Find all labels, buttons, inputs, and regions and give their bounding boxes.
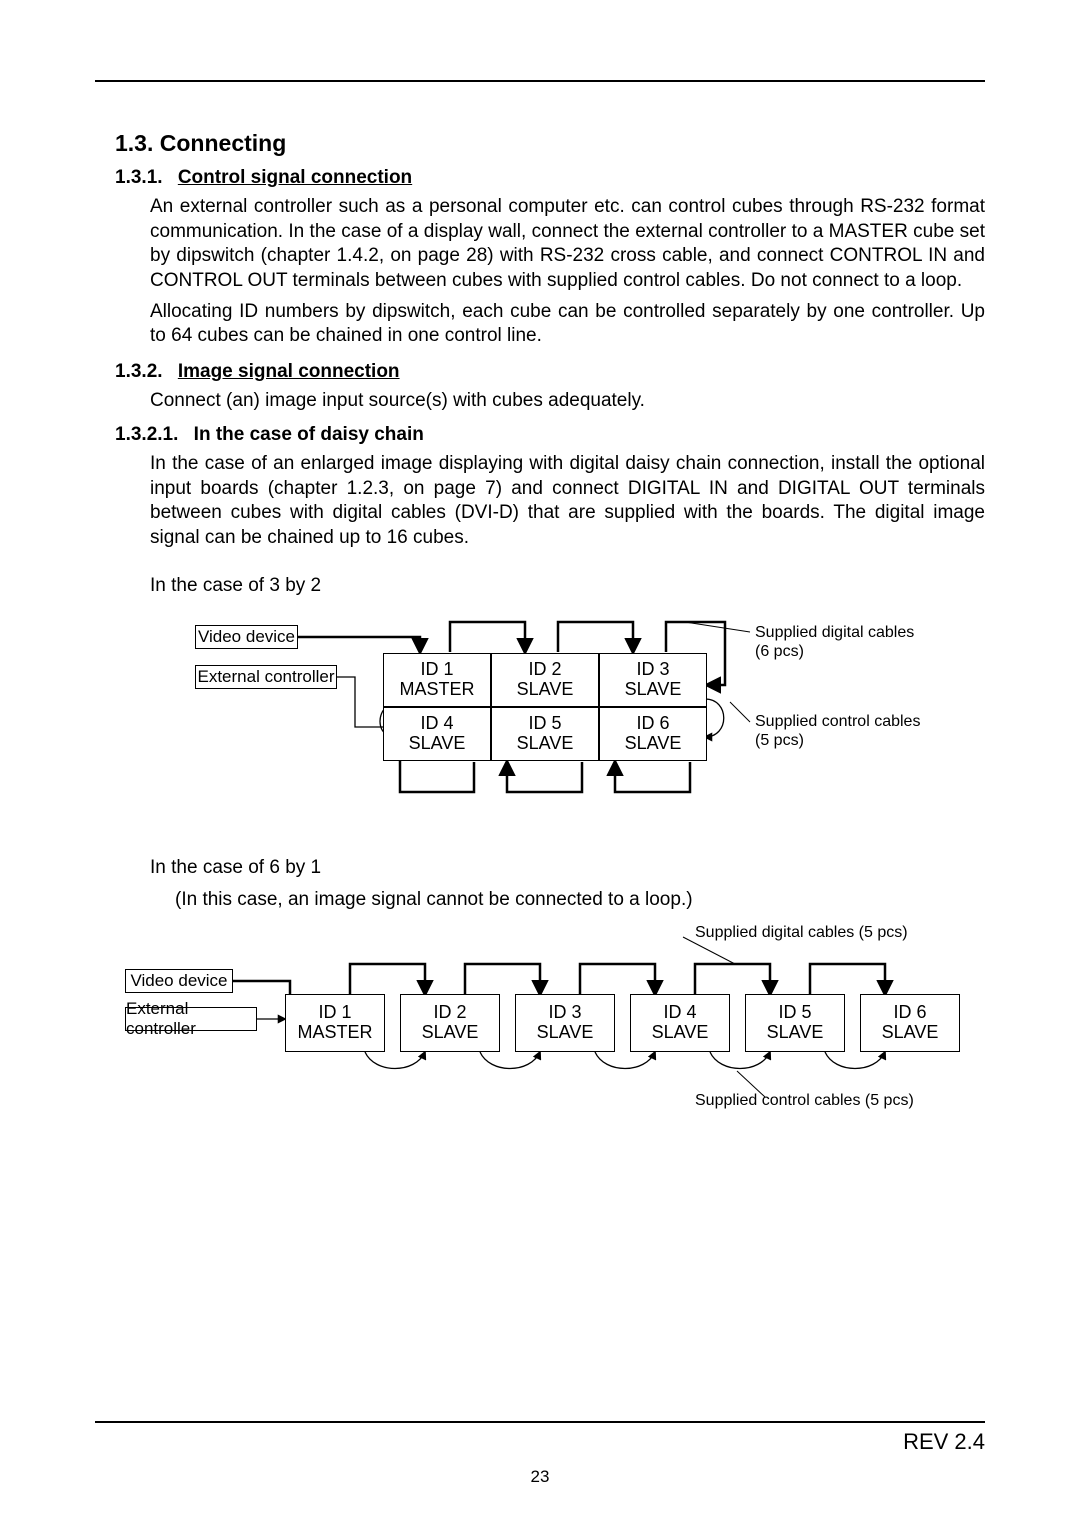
subsection-number: 1.3.1. xyxy=(115,167,163,189)
external-controller-box: External controller xyxy=(125,1007,257,1031)
cube-role: MASTER xyxy=(399,680,474,700)
page-number: 23 xyxy=(95,1467,985,1487)
cube-id5: ID 5 SLAVE xyxy=(491,707,599,761)
cube-id: ID 5 xyxy=(528,714,561,734)
note-control-cables: Supplied control cables (5 pcs) xyxy=(755,712,920,750)
note-digital-cables: Supplied digital cables (5 pcs) xyxy=(695,923,908,942)
cube-id: ID 3 xyxy=(636,660,669,680)
cube-role: SLAVE xyxy=(625,734,682,754)
paragraph: Connect (an) image input source(s) with … xyxy=(150,389,985,414)
subsubsection-1-3-2-1: 1.3.2.1. In the case of daisy chain xyxy=(115,424,985,446)
video-device-box: Video device xyxy=(195,625,298,649)
case-sub-6x1: (In this case, an image signal cannot be… xyxy=(175,889,985,911)
cube-id2: ID 2 SLAVE xyxy=(491,653,599,707)
subsubsection-title: In the case of daisy chain xyxy=(194,424,424,446)
external-controller-box: External controller xyxy=(195,665,337,689)
cube-id2: ID 2 SLAVE xyxy=(400,994,500,1052)
note-qty: (6 pcs) xyxy=(755,642,914,661)
cube-id: ID 4 xyxy=(420,714,453,734)
cube-id: ID 2 xyxy=(528,660,561,680)
subsection-title: Image signal connection xyxy=(178,361,400,383)
document-page: 1.3. Connecting 1.3.1. Control signal co… xyxy=(0,0,1080,1527)
note-line: Supplied control cables xyxy=(755,712,920,731)
bottom-rule xyxy=(95,1421,985,1423)
note-digital-cables: Supplied digital cables (6 pcs) xyxy=(755,623,914,661)
section-number: 1.3. xyxy=(115,130,153,156)
cube-id6: ID 6 SLAVE xyxy=(599,707,707,761)
page-footer: REV 2.4 23 xyxy=(95,1397,985,1487)
cube-role: SLAVE xyxy=(517,734,574,754)
cube-id: ID 1 xyxy=(420,660,453,680)
cube-id3: ID 3 SLAVE xyxy=(599,653,707,707)
subsection-title: Control signal connection xyxy=(178,167,412,189)
case-label-6x1: In the case of 6 by 1 xyxy=(150,857,985,879)
note-qty: (5 pcs) xyxy=(755,731,920,750)
cube-role: SLAVE xyxy=(767,1023,824,1043)
cube-role: SLAVE xyxy=(517,680,574,700)
cube-id5: ID 5 SLAVE xyxy=(745,994,845,1052)
cube-id: ID 3 xyxy=(548,1003,581,1023)
subsection-1-3-2: 1.3.2. Image signal connection xyxy=(115,361,985,383)
cube-id4: ID 4 SLAVE xyxy=(630,994,730,1052)
revision: REV 2.4 xyxy=(95,1429,985,1455)
cube-id1: ID 1 MASTER xyxy=(285,994,385,1052)
subsection-number: 1.3.2. xyxy=(115,361,163,383)
paragraph: An external controller such as a persona… xyxy=(150,195,985,294)
cube-id: ID 5 xyxy=(778,1003,811,1023)
cube-id: ID 2 xyxy=(433,1003,466,1023)
cube-role: SLAVE xyxy=(882,1023,939,1043)
cube-id3: ID 3 SLAVE xyxy=(515,994,615,1052)
section-heading: 1.3. Connecting xyxy=(115,130,985,157)
label: External controller xyxy=(126,999,256,1039)
cube-role: SLAVE xyxy=(537,1023,594,1043)
cube-id: ID 4 xyxy=(663,1003,696,1023)
label: Video device xyxy=(198,627,295,647)
label: External controller xyxy=(197,667,334,687)
diagram-3x2: Video device External controller ID 1 MA… xyxy=(195,607,995,817)
diagram-6x1: Video device External controller ID 1 MA… xyxy=(125,919,1025,1119)
cube-role: SLAVE xyxy=(409,734,466,754)
paragraph: In the case of an enlarged image display… xyxy=(150,452,985,551)
note-control-cables: Supplied control cables (5 pcs) xyxy=(695,1091,914,1110)
cube-id: ID 6 xyxy=(893,1003,926,1023)
cube-role: MASTER xyxy=(297,1023,372,1043)
cube-role: SLAVE xyxy=(652,1023,709,1043)
cube-id6: ID 6 SLAVE xyxy=(860,994,960,1052)
subsection-1-3-1: 1.3.1. Control signal connection xyxy=(115,167,985,189)
subsubsection-number: 1.3.2.1. xyxy=(115,424,178,445)
top-rule xyxy=(95,80,985,82)
cube-id: ID 1 xyxy=(318,1003,351,1023)
label: Video device xyxy=(130,971,227,991)
case-label-3x2: In the case of 3 by 2 xyxy=(150,575,985,597)
cube-id1: ID 1 MASTER xyxy=(383,653,491,707)
video-device-box: Video device xyxy=(125,969,233,993)
paragraph: Allocating ID numbers by dipswitch, each… xyxy=(150,300,985,349)
cube-id4: ID 4 SLAVE xyxy=(383,707,491,761)
section-title: Connecting xyxy=(160,130,287,156)
cube-role: SLAVE xyxy=(422,1023,479,1043)
cube-role: SLAVE xyxy=(625,680,682,700)
note-line: Supplied digital cables xyxy=(755,623,914,642)
cube-id: ID 6 xyxy=(636,714,669,734)
